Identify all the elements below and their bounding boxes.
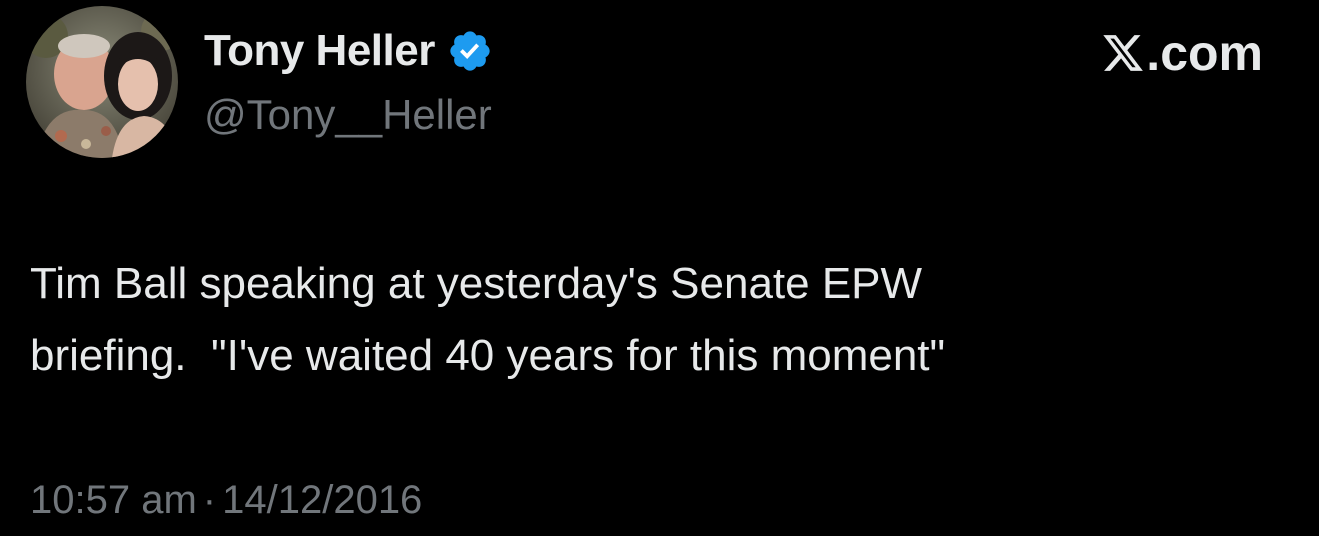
brand-watermark: .com [1101, 26, 1263, 80]
brand-domain-label: .com [1146, 25, 1263, 81]
tweet-card: Tony Heller @Tony__Heller .com Tim Ball … [0, 0, 1319, 536]
author-display-name[interactable]: Tony Heller [204, 24, 435, 78]
tweet-date: 14/12/2016 [222, 478, 423, 522]
tweet-text-line: briefing. "I've waited 40 years for this… [30, 331, 946, 380]
author-name-row[interactable]: Tony Heller [204, 24, 493, 78]
verified-badge-icon [447, 28, 493, 74]
tweet-text: Tim Ball speaking at yesterday's Senate … [30, 248, 1270, 392]
tweet-text-line: Tim Ball speaking at yesterday's Senate … [30, 259, 923, 308]
x-logo-icon [1101, 31, 1145, 75]
meta-separator: · [202, 478, 217, 522]
avatar[interactable] [26, 6, 178, 158]
avatar-photo [26, 6, 178, 158]
tweet-timestamp[interactable]: 10:57 am · 14/12/2016 [30, 472, 422, 528]
author-handle[interactable]: @Tony__Heller [204, 89, 492, 141]
tweet-time: 10:57 am [30, 478, 197, 522]
